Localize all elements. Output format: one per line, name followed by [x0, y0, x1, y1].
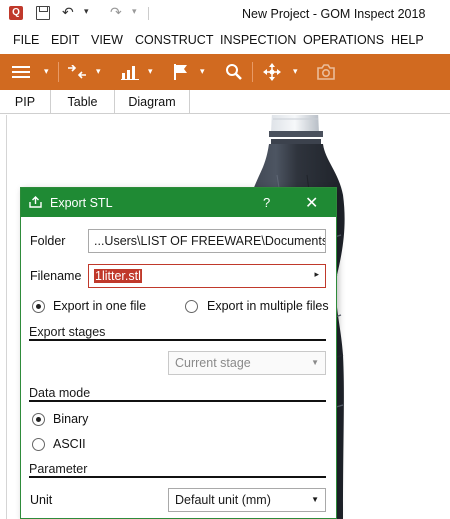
- radio-binary[interactable]: [32, 413, 45, 426]
- export-stages-heading: Export stages: [29, 325, 326, 341]
- help-icon[interactable]: ?: [263, 195, 270, 210]
- tab-table[interactable]: Table: [51, 90, 115, 114]
- menu-construct[interactable]: CONSTRUCT: [135, 33, 213, 47]
- dropdown-arrow-icon[interactable]: ▾: [96, 66, 101, 77]
- unit-value: Default unit (mm): [175, 493, 271, 507]
- window-title: New Project - GOM Inspect 2018: [242, 7, 426, 21]
- dialog-title: Export STL: [50, 196, 113, 210]
- search-icon[interactable]: [225, 54, 243, 90]
- export-stages-value: Current stage: [175, 356, 251, 370]
- undo-icon[interactable]: ↶: [62, 4, 74, 21]
- title-bar: Q ↶ ▾ ↷ ▾ New Project - GOM Inspect 2018: [0, 0, 450, 28]
- align-icon[interactable]: [67, 54, 87, 90]
- menu-help[interactable]: HELP: [391, 33, 424, 47]
- export-stl-dialog: Export STL ? ✕ Folder ...Users\LIST OF F…: [20, 187, 337, 519]
- export-stages-dropdown[interactable]: Current stage ▼: [168, 351, 326, 375]
- ascii-label[interactable]: ASCII: [53, 437, 86, 451]
- radio-export-multiple-files[interactable]: [185, 300, 198, 313]
- chart-icon[interactable]: [121, 54, 139, 90]
- chevron-down-icon: ▼: [311, 495, 319, 504]
- folder-field[interactable]: ...Users\LIST OF FREEWARE\Documents: [88, 229, 326, 253]
- view-tab-bar: PIP Table Diagram: [0, 90, 450, 114]
- main-toolbar: ▾ ▾ ▾ ▾ ▾: [0, 54, 450, 90]
- move-icon[interactable]: [262, 54, 282, 90]
- undo-dropdown-icon[interactable]: ▾: [84, 6, 89, 17]
- close-icon[interactable]: ✕: [305, 193, 318, 213]
- filename-field[interactable]: 1litter.stl ▸: [88, 264, 326, 288]
- chevron-down-icon: ▼: [311, 358, 319, 367]
- redo-icon[interactable]: ↷: [110, 4, 122, 21]
- flag-icon[interactable]: [172, 54, 190, 90]
- save-icon[interactable]: [36, 6, 50, 20]
- menu-bar: FILE EDIT VIEW CONSTRUCT INSPECTION OPER…: [0, 28, 450, 52]
- menu-inspection[interactable]: INSPECTION: [220, 33, 296, 47]
- dialog-header: Export STL ? ✕: [21, 188, 336, 217]
- toolbar-divider: [252, 62, 253, 82]
- binary-label[interactable]: Binary: [53, 412, 88, 426]
- tab-pip[interactable]: PIP: [0, 90, 51, 114]
- tab-diagram[interactable]: Diagram: [115, 90, 190, 114]
- quick-access-divider: [148, 7, 149, 20]
- filename-menu-arrow-icon[interactable]: ▸: [314, 269, 319, 280]
- folder-value: ...Users\LIST OF FREEWARE\Documents: [94, 234, 326, 248]
- export-one-file-label[interactable]: Export in one file: [53, 299, 146, 313]
- parameter-heading: Parameter: [29, 462, 326, 478]
- camera-icon[interactable]: [316, 54, 336, 90]
- dropdown-arrow-icon[interactable]: ▾: [293, 66, 298, 77]
- dropdown-arrow-icon[interactable]: ▾: [148, 66, 153, 77]
- menu-view[interactable]: VIEW: [91, 33, 123, 47]
- radio-ascii[interactable]: [32, 438, 45, 451]
- menu-edit[interactable]: EDIT: [51, 33, 79, 47]
- filename-label: Filename: [30, 269, 82, 283]
- dropdown-arrow-icon[interactable]: ▾: [200, 66, 205, 77]
- radio-export-one-file[interactable]: [32, 300, 45, 313]
- unit-dropdown[interactable]: Default unit (mm) ▼: [168, 488, 326, 512]
- unit-label: Unit: [30, 493, 53, 507]
- menu-operations[interactable]: OPERATIONS: [303, 33, 384, 47]
- menu-file[interactable]: FILE: [13, 33, 39, 47]
- data-mode-heading: Data mode: [29, 386, 326, 402]
- export-multiple-files-label[interactable]: Export in multiple files: [207, 299, 329, 313]
- hamburger-menu-icon[interactable]: [12, 54, 30, 90]
- redo-dropdown-icon[interactable]: ▾: [132, 6, 137, 17]
- export-icon: [29, 196, 42, 208]
- folder-label: Folder: [30, 234, 66, 248]
- toolbar-divider: [58, 62, 59, 82]
- filename-value: 1litter.stl: [94, 269, 142, 283]
- app-icon: Q: [9, 6, 23, 20]
- dropdown-arrow-icon[interactable]: ▾: [44, 66, 49, 77]
